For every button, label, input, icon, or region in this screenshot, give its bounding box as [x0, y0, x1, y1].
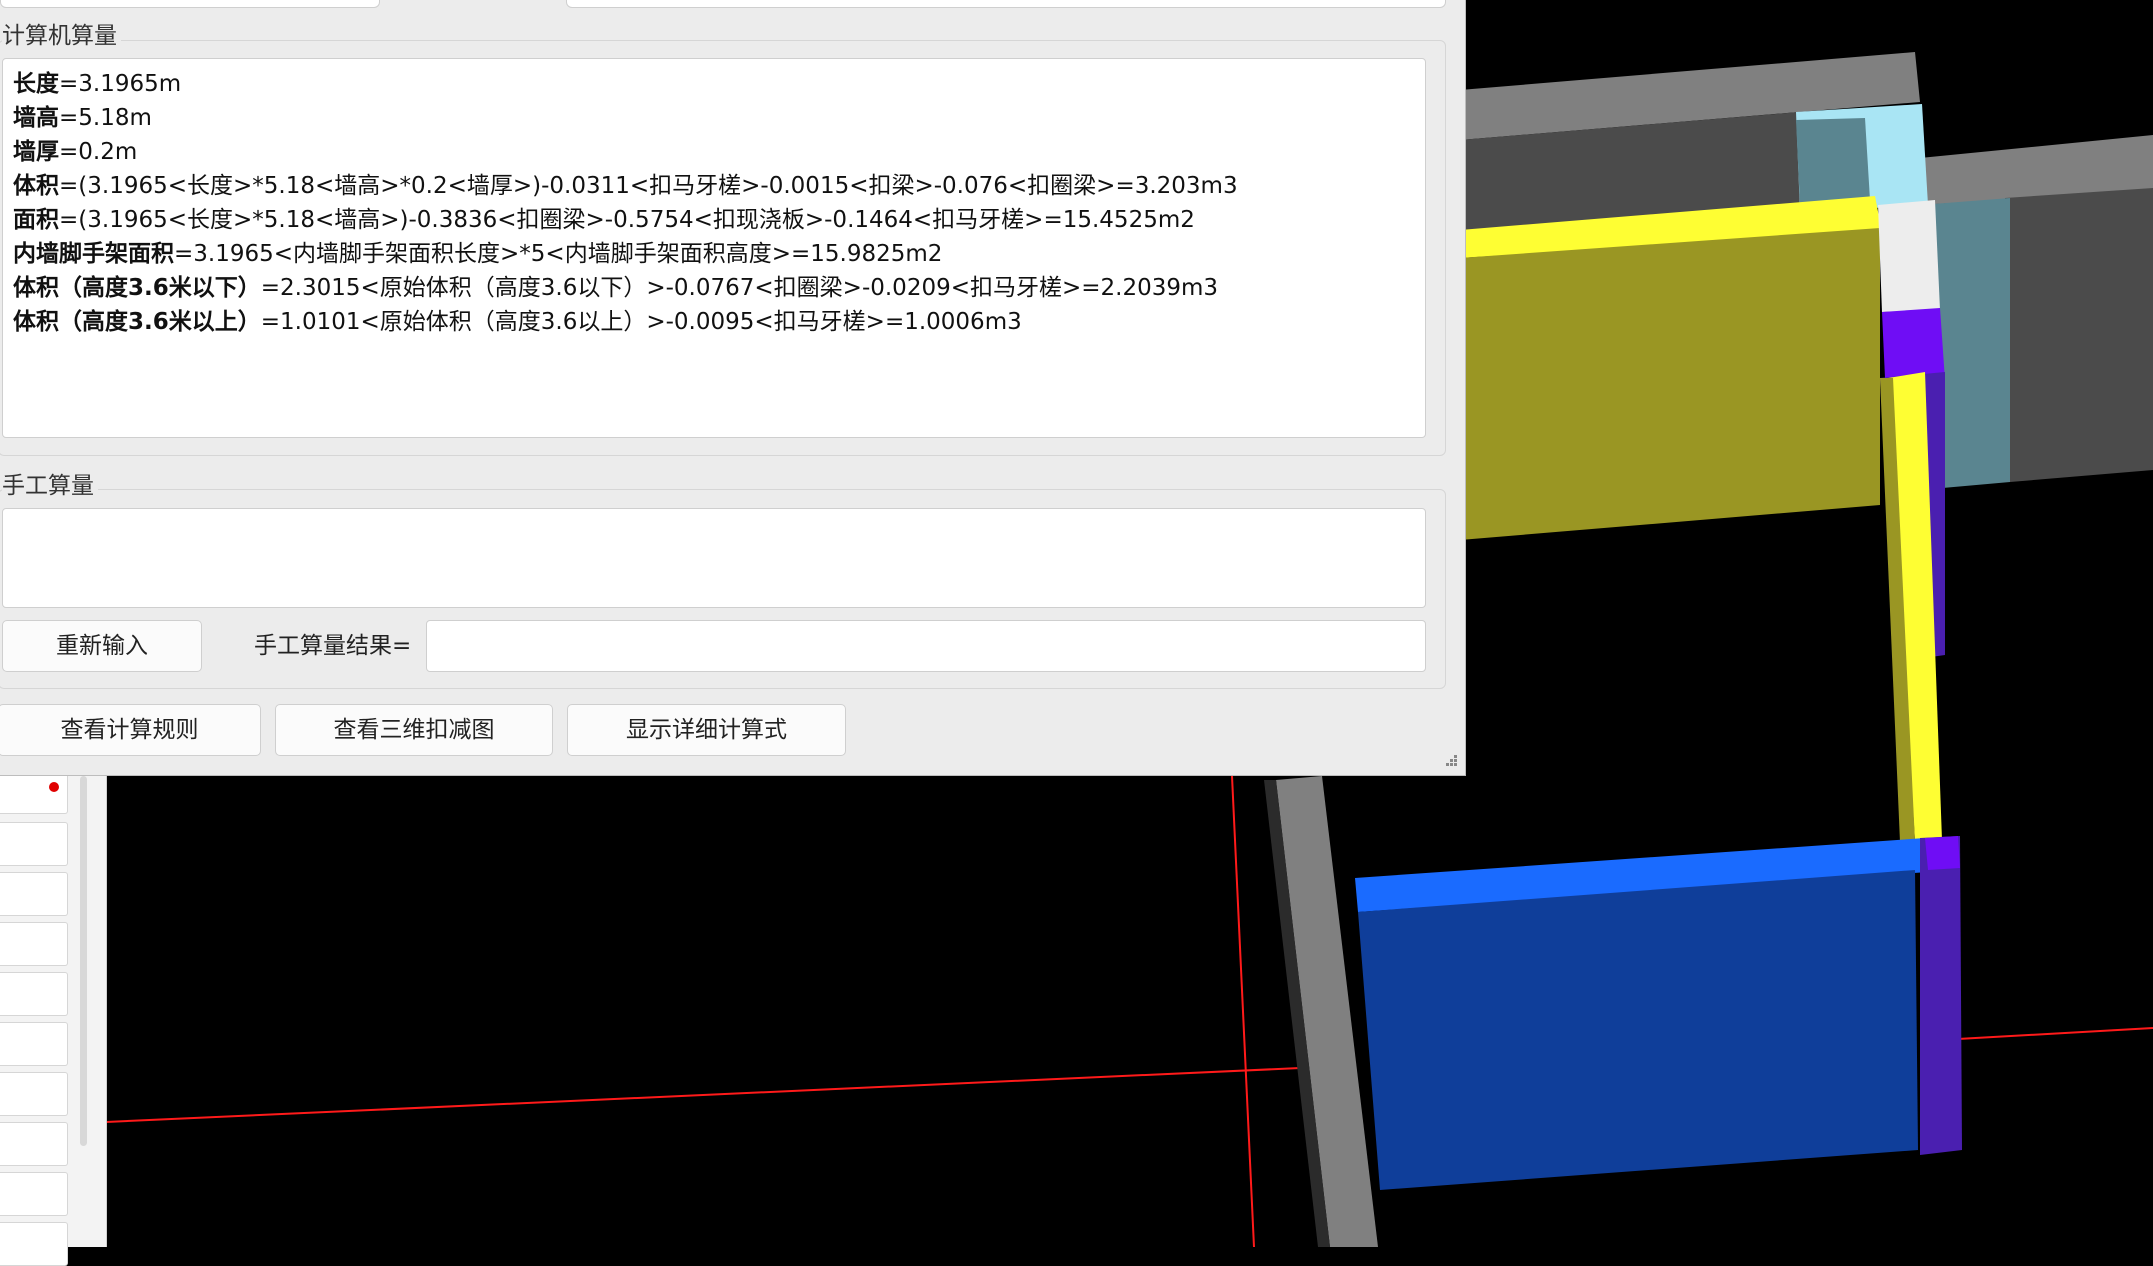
show-detail-formula-button[interactable]: 显示详细计算式 [567, 704, 846, 756]
calc-line-volume-above-3.6: 体积（高度3.6米以上）=1.0101<原始体积（高度3.6以上）>-0.009… [13, 309, 1022, 335]
calc-line-wall-thickness: 墙厚=0.2m [13, 139, 138, 165]
list-cell[interactable] [0, 1122, 68, 1166]
list-scrollbar[interactable] [80, 776, 87, 1146]
calc-line-volume-below-3.6: 体积（高度3.6米以下）=2.3015<原始体积（高度3.6以下）>-0.076… [13, 275, 1219, 301]
red-dot-marker [49, 782, 59, 792]
left-list-strip [0, 770, 107, 1266]
view-rules-button[interactable]: 查看计算规则 [0, 704, 261, 756]
wall-right-grey-face [2005, 188, 2153, 482]
list-cell[interactable] [0, 872, 68, 916]
list-cell[interactable] [0, 972, 68, 1016]
top-field-right[interactable] [566, 0, 1446, 8]
manual-calc-title: 手工算量 [2, 472, 98, 500]
manual-result-field[interactable] [426, 620, 1426, 672]
list-cell[interactable] [0, 822, 68, 866]
list-cell[interactable] [0, 1172, 68, 1216]
calculation-panel: 计算机算量 长度=3.1965m 墙高=5.18m 墙厚=0.2m 体积=(3.… [0, 0, 1466, 776]
calc-line-volume: 体积=(3.1965<长度>*5.18<墙高>*0.2<墙厚>)-0.0311<… [13, 173, 1238, 199]
manual-result-label: 手工算量结果= [254, 633, 412, 659]
view-3d-deduction-button[interactable]: 查看三维扣减图 [275, 704, 553, 756]
wall-olive-face [1460, 228, 1880, 540]
manual-calc-input[interactable] [2, 508, 1426, 608]
column-purple-bottom-top [1925, 836, 1960, 870]
calc-line-length: 长度=3.1965m [13, 71, 182, 97]
list-cell[interactable] [0, 1022, 68, 1066]
computer-calc-title: 计算机算量 [2, 22, 121, 50]
calc-line-scaffold-area: 内墙脚手架面积=3.1965<内墙脚手架面积长度>*5<内墙脚手架面积高度>=1… [13, 241, 943, 267]
list-cell[interactable] [0, 922, 68, 966]
computer-calc-textbox[interactable]: 长度=3.1965m 墙高=5.18m 墙厚=0.2m 体积=(3.1965<长… [2, 58, 1426, 438]
list-cell[interactable] [0, 770, 68, 814]
list-cell[interactable] [0, 1222, 68, 1266]
resize-grip-icon[interactable] [1442, 751, 1458, 767]
reset-input-button[interactable]: 重新输入 [2, 620, 202, 672]
column-purple-top [1882, 308, 1945, 380]
top-field-left[interactable] [0, 0, 380, 8]
column-cyan-face [1796, 118, 1870, 205]
column-white [1878, 200, 1940, 312]
column-purple-bottom [1920, 836, 1962, 1155]
calc-line-wall-height: 墙高=5.18m [13, 105, 152, 131]
list-cell[interactable] [0, 1072, 68, 1116]
calc-line-area: 面积=(3.1965<长度>*5.18<墙高>)-0.3836<扣圈梁>-0.5… [13, 207, 1195, 233]
wall-blue-face [1358, 870, 1918, 1190]
